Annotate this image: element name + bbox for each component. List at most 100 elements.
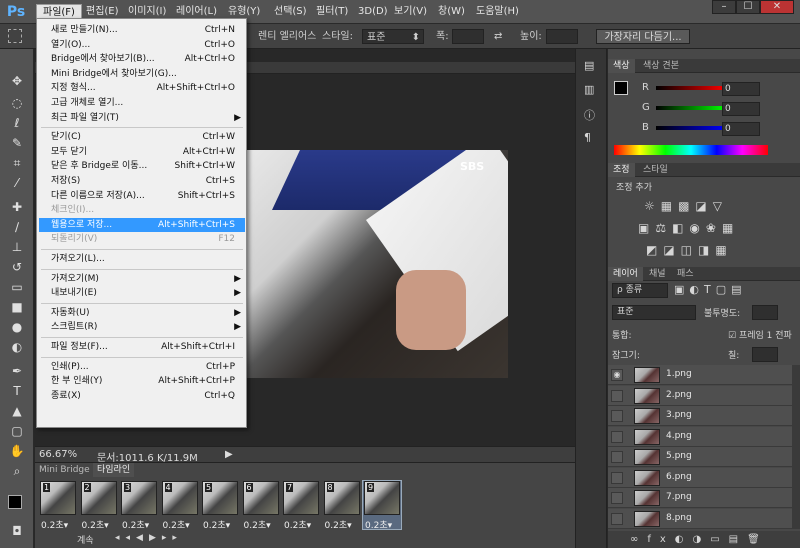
history-icon[interactable]: ▤: [584, 59, 594, 72]
blend-mode-select[interactable]: 표준: [612, 305, 696, 320]
visibility-toggle[interactable]: [611, 451, 623, 463]
type-tool-icon[interactable]: T: [7, 381, 27, 401]
frame-duration[interactable]: 0.2초▾: [325, 518, 352, 531]
history-brush-icon[interactable]: ↺: [7, 257, 27, 277]
close-button[interactable]: ✕: [760, 0, 794, 14]
zoom-tool-icon[interactable]: ⌕: [7, 461, 27, 481]
file-menu-item[interactable]: 저장(S) Ctrl+S: [39, 174, 245, 188]
menu-window[interactable]: 창(W): [432, 4, 471, 20]
timeline-frame[interactable]: 1 0.2초▾: [39, 481, 77, 531]
height-input[interactable]: [546, 29, 578, 44]
propagate-checkbox[interactable]: ☑ 프레임 1 전파: [728, 328, 792, 341]
file-menu-item[interactable]: 모두 닫기 Alt+Ctrl+W: [39, 145, 245, 159]
layer-name[interactable]: 4.png: [666, 431, 692, 441]
layer-name[interactable]: 2.png: [666, 390, 692, 400]
healing-brush-icon[interactable]: ✚: [7, 197, 27, 217]
adjustment-icons-row1[interactable]: ☼▦▩◪▽: [644, 199, 728, 213]
visibility-toggle[interactable]: [611, 471, 623, 484]
swap-icon[interactable]: ⇄: [494, 29, 502, 44]
tab-layers[interactable]: 레이어: [608, 267, 643, 281]
minimize-button[interactable]: –: [712, 0, 736, 14]
file-menu-item[interactable]: 자동화(U) ▶: [39, 306, 245, 320]
style-select[interactable]: 표준 ⬍: [362, 29, 424, 44]
layer-row[interactable]: 4.png: [608, 426, 792, 447]
layer-row[interactable]: 6.png: [608, 467, 792, 488]
maximize-button[interactable]: ☐: [736, 0, 760, 14]
file-menu-item[interactable]: 고급 개체로 열기...: [39, 96, 245, 110]
crop-tool-icon[interactable]: ⌗: [7, 153, 27, 173]
marquee-tool-icon[interactable]: ◌: [7, 93, 27, 113]
layer-name[interactable]: 5.png: [666, 451, 692, 461]
frame-duration[interactable]: 0.2초▾: [163, 518, 190, 531]
visibility-toggle[interactable]: [611, 410, 623, 422]
frame-duration[interactable]: 0.2초▾: [284, 518, 311, 531]
pen-tool-icon[interactable]: ✒: [7, 361, 27, 381]
tab-color[interactable]: 색상: [608, 59, 635, 73]
file-menu-item[interactable]: 닫은 후 Bridge로 이동... Shift+Ctrl+W: [39, 159, 245, 173]
color-swatch-fg[interactable]: [614, 81, 628, 95]
blur-tool-icon[interactable]: ●: [7, 317, 27, 337]
loop-select[interactable]: 계속: [77, 533, 94, 546]
refine-edge-button[interactable]: 가장자리 다듬기...: [596, 29, 690, 44]
g-value[interactable]: 0: [722, 102, 760, 116]
canvas-image[interactable]: SBS: [246, 150, 508, 378]
file-menu-item[interactable]: 종료(X) Ctrl+Q: [39, 389, 245, 403]
opacity-input[interactable]: [752, 305, 778, 320]
file-menu-item[interactable]: Bridge에서 찾아보기(B)... Alt+Ctrl+O: [39, 52, 245, 66]
tab-styles[interactable]: 스타일: [638, 163, 673, 177]
layer-actions-icons[interactable]: ∞fx◐◑▭▤🗑: [608, 531, 800, 548]
visibility-toggle[interactable]: [611, 389, 623, 402]
quick-select-icon[interactable]: ✎: [7, 133, 27, 153]
foreground-color-swatch[interactable]: [8, 495, 22, 509]
timeline-frame[interactable]: 3 0.2초▾: [120, 481, 158, 531]
visibility-toggle[interactable]: [611, 512, 623, 525]
timeline-frame[interactable]: 2 0.2초▾: [80, 481, 118, 531]
file-menu-item[interactable]: 파일 정보(F)... Alt+Shift+Ctrl+I: [39, 340, 245, 354]
eyedropper-icon[interactable]: ⁄: [7, 173, 27, 193]
layers-scrollbar[interactable]: [792, 365, 800, 529]
status-arrow-icon[interactable]: ▶: [225, 449, 233, 460]
menu-help[interactable]: 도움말(H): [470, 4, 525, 20]
layer-row[interactable]: 3.png: [608, 406, 792, 426]
file-menu-item[interactable]: 내보내기(E) ▶: [39, 286, 245, 300]
timeline-frame[interactable]: 8 0.2초▾: [323, 481, 361, 531]
layer-name[interactable]: 3.png: [666, 410, 692, 420]
timeline-frame[interactable]: 4 0.2초▾: [161, 481, 199, 531]
file-menu-item[interactable]: 닫기(C) Ctrl+W: [39, 130, 245, 144]
timeline-frame[interactable]: 9 0.2초▾: [362, 480, 402, 531]
layer-name[interactable]: 7.png: [666, 492, 692, 502]
b-value[interactable]: 0: [722, 122, 760, 136]
stamp-tool-icon[interactable]: ⊥: [7, 237, 27, 257]
file-menu-item[interactable]: 최근 파일 열기(T) ▶: [39, 111, 245, 125]
eraser-icon[interactable]: ▭: [7, 277, 27, 297]
g-slider[interactable]: [656, 106, 726, 110]
adjustment-icons-row3[interactable]: ◩◪◫◨▦: [646, 243, 733, 257]
file-menu-item[interactable]: 스크립트(R) ▶: [39, 320, 245, 334]
frame-duration[interactable]: 0.2초▾: [244, 518, 271, 531]
marquee-tool-icon[interactable]: [8, 29, 22, 43]
layer-row[interactable]: 2.png: [608, 385, 792, 406]
frame-duration[interactable]: 0.2초▾: [203, 518, 230, 531]
playback-controls-icon[interactable]: ◂◂◀▶▸▸: [115, 533, 183, 543]
frame-duration[interactable]: 0.2초▾: [41, 518, 68, 531]
file-menu-item[interactable]: 가져오기(M) ▶: [39, 272, 245, 286]
info-icon[interactable]: ⓘ: [584, 107, 595, 123]
timeline-frame[interactable]: 5 0.2초▾: [201, 481, 239, 531]
file-menu-item[interactable]: 가져오기(L)...: [39, 252, 245, 266]
move-tool-icon[interactable]: ✥: [7, 71, 27, 91]
file-menu-item[interactable]: 새로 만들기(N)... Ctrl+N: [39, 23, 245, 37]
file-menu-item[interactable]: Mini Bridge에서 찾아보기(G)...: [39, 67, 245, 81]
brush-tool-icon[interactable]: ∕: [7, 217, 27, 237]
path-select-icon[interactable]: ▲: [7, 401, 27, 421]
width-input[interactable]: [452, 29, 484, 44]
menu-filter[interactable]: 필터(T): [310, 4, 354, 20]
fill-input[interactable]: [752, 347, 778, 362]
quick-mask-icon[interactable]: ◘: [7, 521, 27, 541]
zoom-level[interactable]: 66.67%: [39, 449, 77, 460]
r-slider[interactable]: [656, 86, 726, 90]
file-menu-item[interactable]: 지정 형식... Alt+Shift+Ctrl+O: [39, 81, 245, 95]
file-menu-item[interactable]: 웹용으로 저장... Alt+Shift+Ctrl+S: [39, 217, 245, 232]
layer-filter-select[interactable]: ρ 종류: [612, 283, 668, 298]
tab-mini-bridge[interactable]: Mini Bridge: [35, 463, 94, 477]
layer-row[interactable]: 7.png: [608, 488, 792, 508]
